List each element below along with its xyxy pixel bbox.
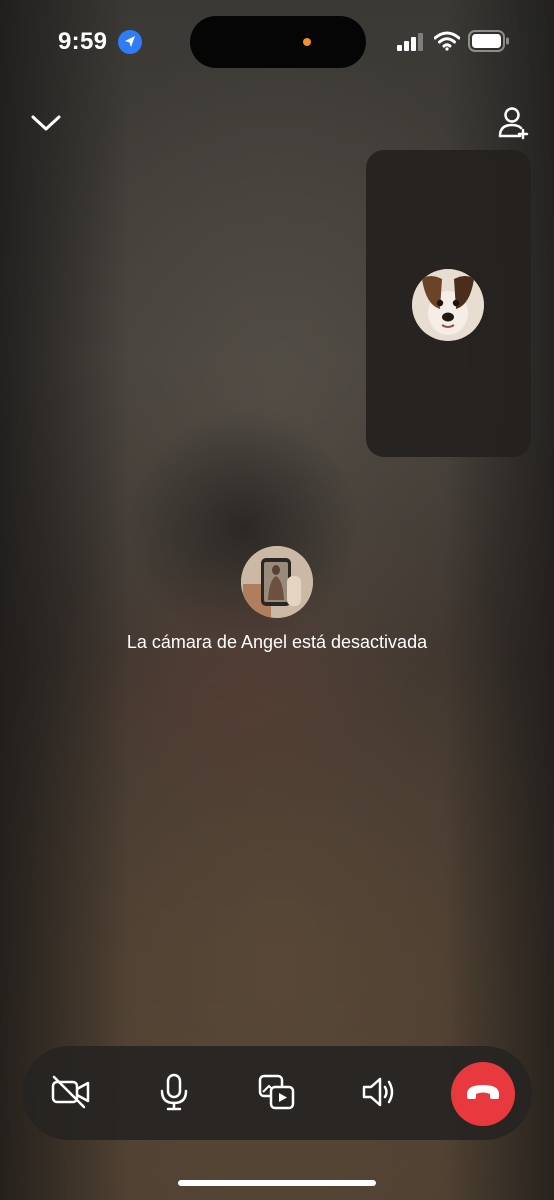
add-person-icon [496, 107, 532, 144]
chevron-down-icon [28, 115, 64, 142]
end-call-button[interactable] [451, 1062, 515, 1126]
microphone-icon [159, 1073, 189, 1116]
location-arrow-icon [118, 30, 142, 54]
status-time: 9:59 [58, 28, 108, 55]
microphone-button[interactable] [148, 1068, 200, 1120]
collapse-call-button[interactable] [28, 108, 64, 138]
media-share-icon [257, 1073, 297, 1116]
background-shade-left [0, 0, 130, 1200]
speaker-button[interactable] [354, 1068, 406, 1120]
camera-toggle-button[interactable] [45, 1068, 97, 1120]
home-indicator[interactable] [178, 1180, 376, 1186]
speaker-icon [361, 1074, 399, 1115]
video-off-icon [50, 1074, 92, 1115]
camera-off-status-text: La cámara de Angel está desactivada [126, 632, 428, 652]
self-avatar [412, 269, 484, 341]
media-share-button[interactable] [251, 1068, 303, 1120]
remote-avatar [241, 546, 313, 618]
battery-icon [468, 30, 510, 52]
end-call-icon [464, 1082, 502, 1107]
recording-indicator-dot [303, 38, 311, 46]
wifi-icon [433, 31, 461, 51]
dynamic-island [190, 16, 366, 68]
cellular-signal-icon [397, 33, 425, 51]
add-people-button[interactable] [496, 104, 532, 140]
